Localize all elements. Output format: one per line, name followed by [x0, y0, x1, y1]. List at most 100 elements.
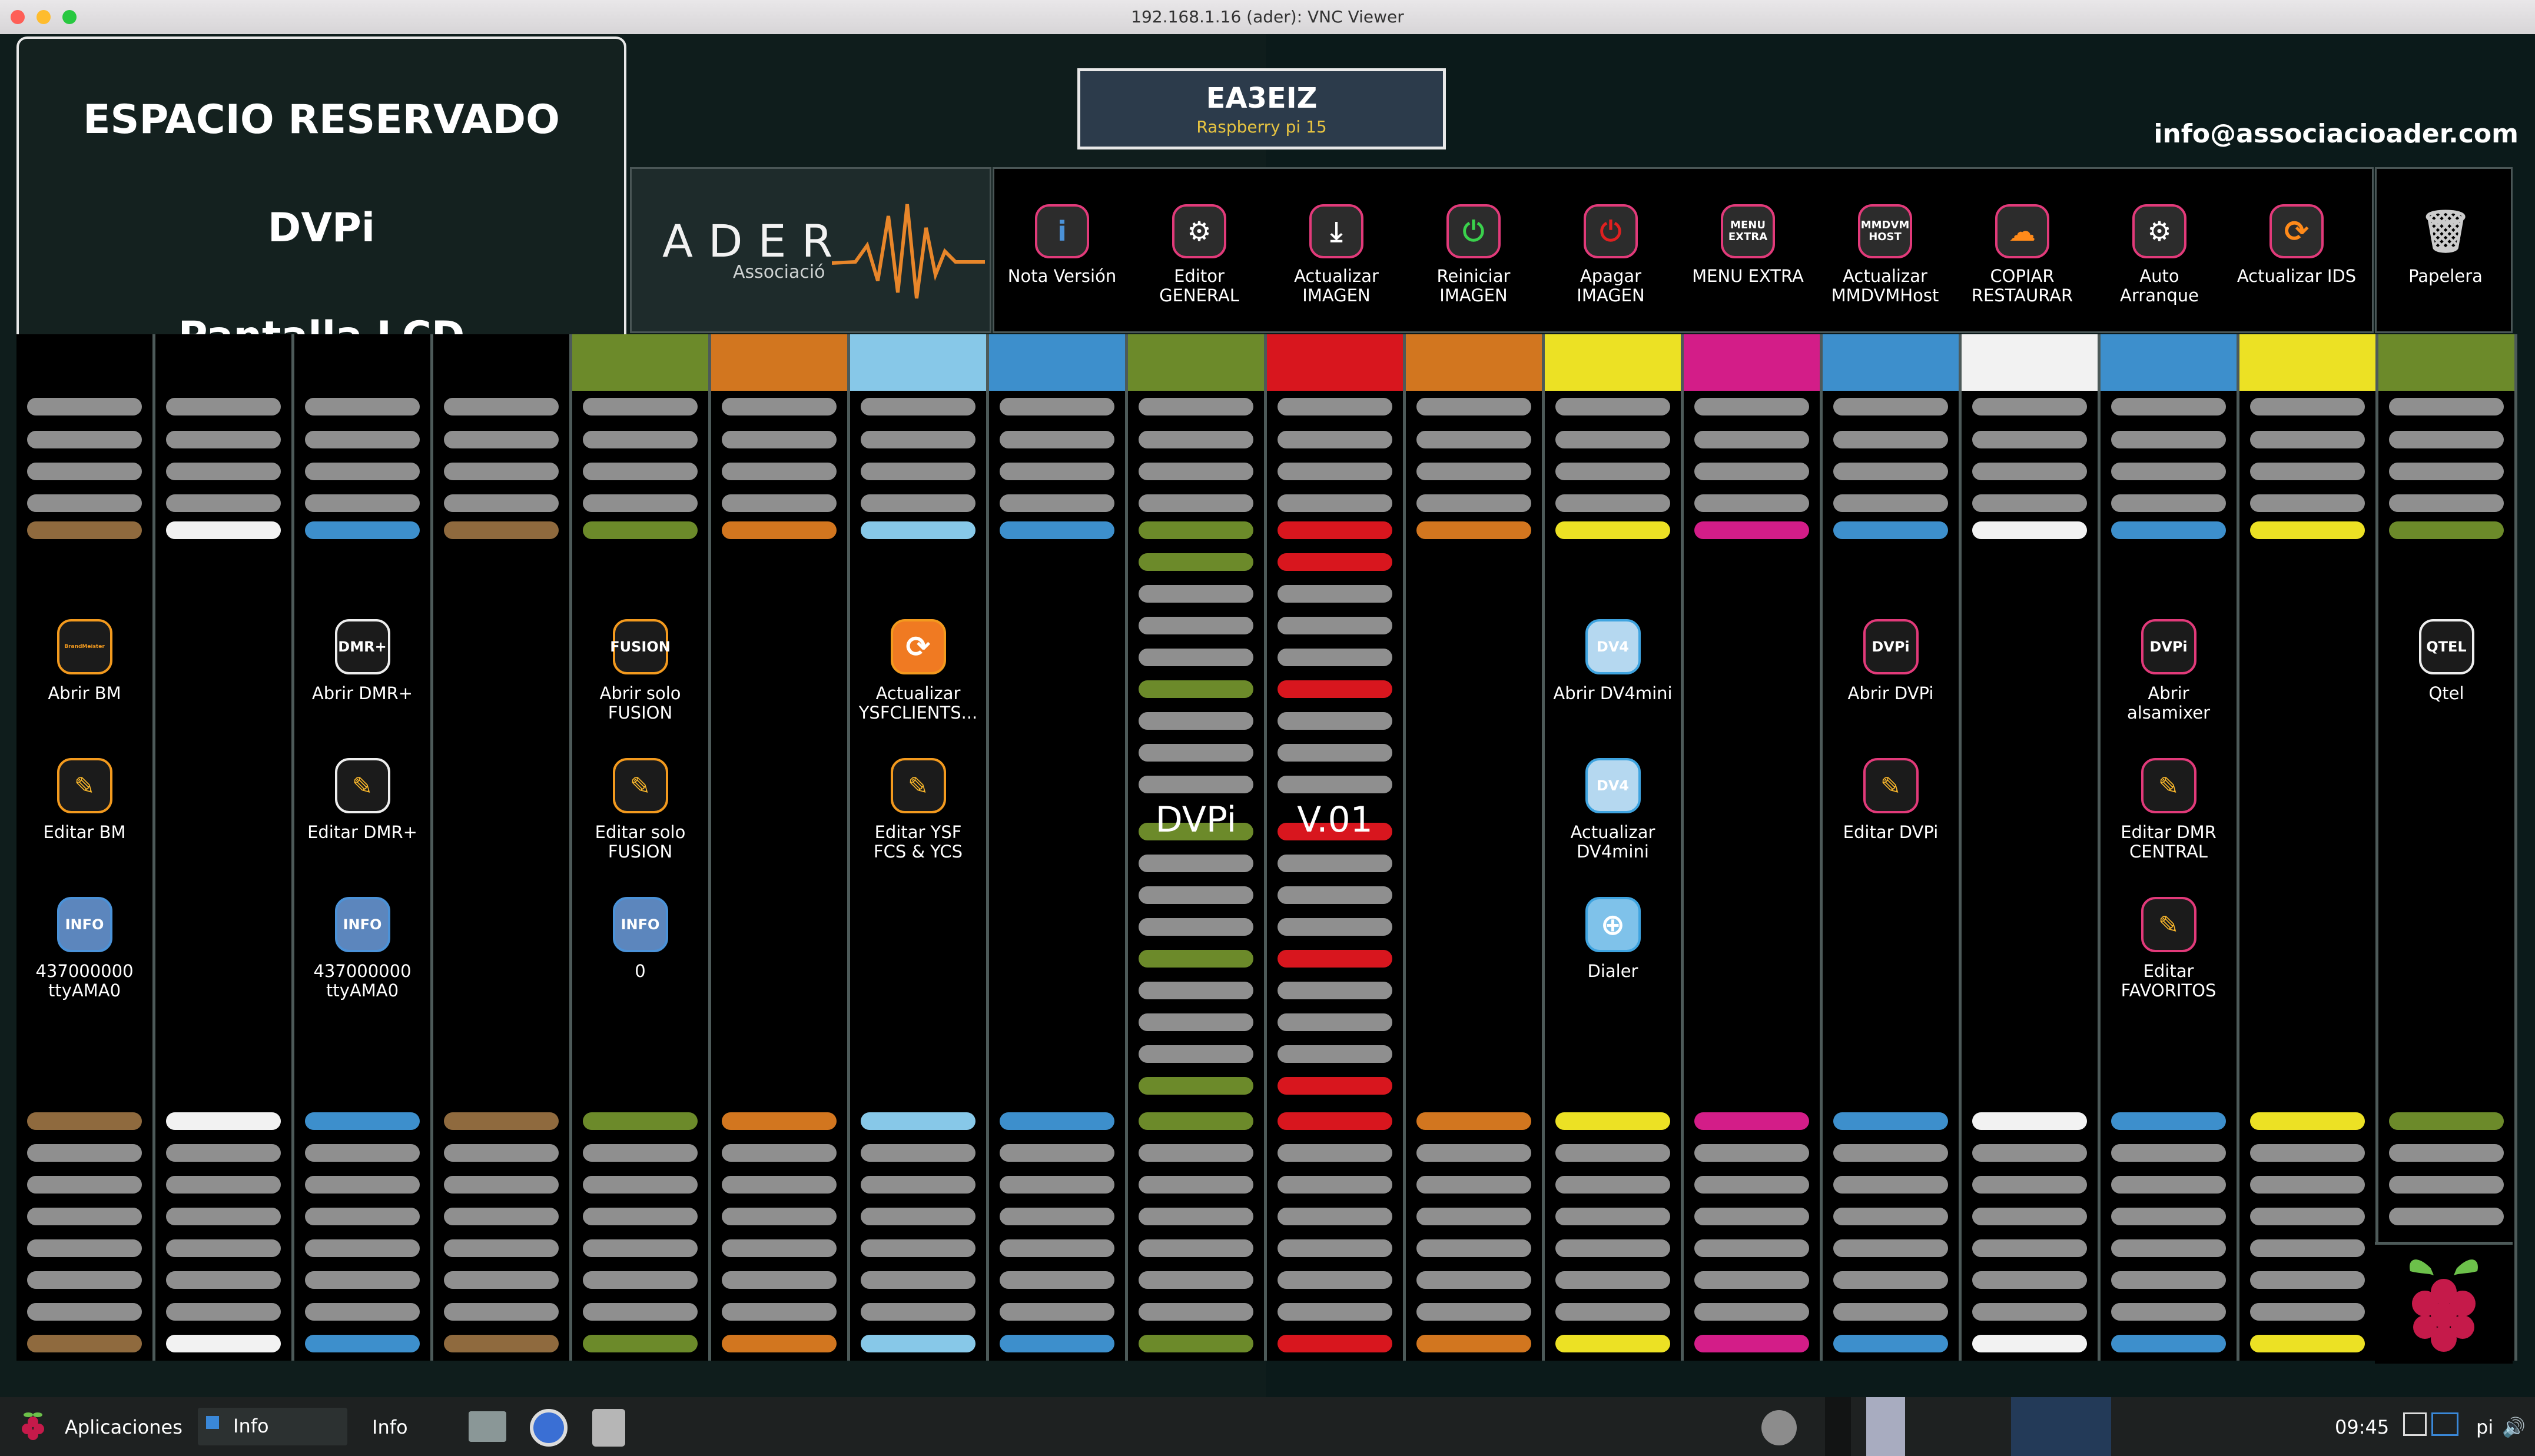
column-stripe	[1139, 982, 1253, 999]
column-stripe	[166, 1271, 281, 1289]
dmr-icon: DMR+	[334, 619, 390, 674]
column-stripe	[2111, 1112, 2226, 1130]
toolbar-label: Auto	[2139, 266, 2179, 286]
applications-menu[interactable]: Aplicaciones	[65, 1416, 183, 1438]
launcher-button[interactable]: INFO 437000000 ttyAMA0	[294, 897, 430, 1000]
column-stripe	[2250, 494, 2365, 512]
column-stripe	[1278, 1144, 1392, 1162]
launcher-label: Actualizar	[1570, 822, 1655, 842]
launcher-button[interactable]: FUSION Abrir solo FUSION	[572, 619, 708, 723]
launcher-label: Editar	[2143, 961, 2194, 981]
column-stripe	[1972, 1303, 2087, 1321]
launcher-button[interactable]: DV4 Abrir DV4mini	[1545, 619, 1681, 703]
column-stripe	[1278, 1045, 1392, 1063]
toolbar-button-10[interactable]: ⟳ Actualizar IDS	[2229, 204, 2364, 286]
launcher-button[interactable]: DVPi Abrir DVPi	[1823, 619, 1959, 703]
column-stripe	[1000, 431, 1114, 448]
volume-icon[interactable]: 🔊	[2502, 1416, 2526, 1438]
toolbar-button-2[interactable]: ⚙ Editor GENERAL	[1132, 204, 1267, 305]
column-stripe	[1972, 1271, 2087, 1289]
raspberry-logo-panel	[2375, 1242, 2513, 1364]
launcher-button[interactable]: ✎ Editar BM	[16, 758, 152, 842]
launcher-button[interactable]: ⊕ Dialer	[1545, 897, 1681, 981]
refresh-icon: ⟳	[890, 619, 946, 674]
toolbar-button-7[interactable]: MMDVM HOST Actualizar MMDVMHost	[1817, 204, 1953, 305]
workspace-1[interactable]	[1866, 1397, 1905, 1456]
workspace-3[interactable]	[2011, 1397, 2111, 1456]
toolbar-sublabel: IMAGEN	[1577, 285, 1645, 305]
column-stripe	[1416, 1208, 1531, 1225]
column-2	[155, 334, 294, 1361]
task-info-1[interactable]: Info	[198, 1408, 347, 1445]
launcher-button[interactable]: DMR+ Abrir DMR+	[294, 619, 430, 703]
launcher-button[interactable]: ✎ Editar solo FUSION	[572, 758, 708, 862]
toolbar-button-5[interactable]: ⏻ Apagar IMAGEN	[1543, 204, 1678, 305]
toolbar-button-6[interactable]: MENU EXTRA MENU EXTRA	[1680, 204, 1816, 286]
launcher-button[interactable]: DVPi Abrir alsamixer	[2101, 619, 2237, 723]
column-stripe	[583, 463, 698, 480]
launcher-label: Editar BM	[43, 822, 126, 842]
column-stripe	[583, 1144, 698, 1162]
column-header-bar	[1128, 334, 1264, 391]
launcher-button[interactable]: ✎ Editar DMR+	[294, 758, 430, 842]
column-stripe	[2111, 463, 2226, 480]
launcher-label: FUSION	[608, 703, 673, 723]
edit-icon: ✎	[890, 758, 946, 813]
toolbar-button-3[interactable]: ⤓ Actualizar IMAGEN	[1269, 204, 1404, 305]
column-stripe	[27, 431, 142, 448]
edit-icon: ✎	[57, 758, 112, 813]
column-stripe	[1278, 918, 1392, 936]
trash-button[interactable]: 🗑 Papelera	[2378, 204, 2513, 286]
column-stripe	[166, 494, 281, 512]
toolbar-button-9[interactable]: ⚙ Auto Arranque	[2092, 204, 2227, 305]
column-stripe	[1833, 1208, 1948, 1225]
raspberry-menu-icon[interactable]	[15, 1409, 51, 1444]
column-15	[1962, 334, 2101, 1361]
launcher-button[interactable]: DV4 Actualizar DV4mini	[1545, 758, 1681, 862]
column-stripe	[1278, 1335, 1392, 1352]
launcher-button[interactable]: ⟳ Actualizar YSFCLIENTS...	[850, 619, 986, 723]
browser-launcher-icon[interactable]	[530, 1409, 568, 1447]
column-stripe	[1139, 918, 1253, 936]
column-stripe	[1694, 1303, 1809, 1321]
vnc-tray-icon[interactable]	[2403, 1412, 2427, 1436]
column-stripe	[1833, 398, 1948, 415]
window-titlebar: 192.168.1.16 (ader): VNC Viewer	[0, 0, 2535, 35]
launcher-button[interactable]: ✎ Editar FAVORITOS	[2101, 897, 2237, 1000]
file-manager-launcher-icon[interactable]	[592, 1409, 625, 1447]
launcher-button[interactable]: INFO 0	[572, 897, 708, 981]
column-header-bar	[1545, 334, 1681, 391]
toolbar-button-4[interactable]: ⏻ Reiniciar IMAGEN	[1406, 204, 1541, 305]
launcher-button[interactable]: QTEL Qtel	[2378, 619, 2514, 703]
terminal-launcher-icon[interactable]	[469, 1411, 506, 1442]
column-stripe	[444, 398, 559, 415]
toolbar-button-8[interactable]: ☁ COPIAR RESTAURAR	[1955, 204, 2090, 305]
logo-name: ADER	[662, 215, 848, 267]
column-stripe	[1694, 1335, 1809, 1352]
launcher-button[interactable]: INFO 437000000 ttyAMA0	[16, 897, 152, 1000]
column-stripe	[1555, 1176, 1670, 1194]
launcher-button[interactable]: ✎ Editar YSF FCS & YCS	[850, 758, 986, 862]
column-stripe	[583, 521, 698, 539]
task-info-2[interactable]: Info	[372, 1416, 408, 1438]
column-stripe	[1416, 1144, 1531, 1162]
launcher-label: Abrir	[2148, 683, 2189, 703]
launcher-button[interactable]: BrandMeister Abrir BM	[16, 619, 152, 703]
column-stripe	[1278, 463, 1392, 480]
column-stripe	[722, 1239, 837, 1257]
launcher-label: FAVORITOS	[2121, 980, 2217, 1000]
launcher-button[interactable]: ✎ Editar DVPi	[1823, 758, 1959, 842]
column-stripe	[583, 1112, 698, 1130]
column-stripe	[1139, 553, 1253, 571]
launcher-button[interactable]: ✎ Editar DMR CENTRAL	[2101, 758, 2237, 862]
column-stripe	[583, 1303, 698, 1321]
toolbar-button-1[interactable]: i Nota Versión	[994, 204, 1130, 286]
column-stripe	[1278, 649, 1392, 666]
network-tray-icon[interactable]	[2431, 1412, 2458, 1436]
launcher-label: Abrir DMR+	[311, 683, 413, 703]
launcher-label: 437000000	[35, 961, 134, 981]
column-stripe	[305, 431, 420, 448]
column-stripe	[1694, 521, 1809, 539]
column-stripe	[1555, 1208, 1670, 1225]
column-stripe	[444, 1208, 559, 1225]
